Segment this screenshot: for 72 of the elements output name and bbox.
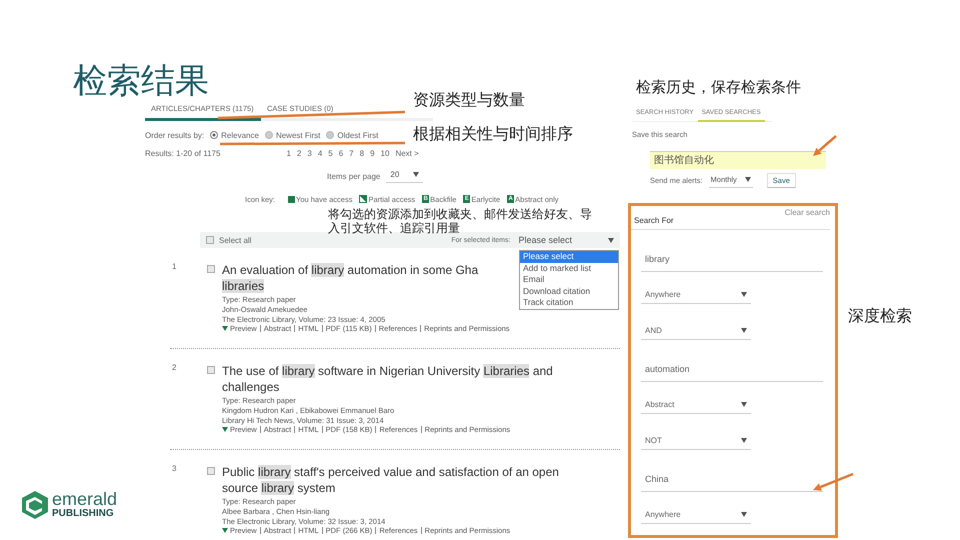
clear-search-link[interactable]: Clear search	[784, 208, 830, 225]
result-title[interactable]: An evaluation of library automation in some Gha libraries	[222, 262, 478, 294]
menu-item[interactable]: Track citation	[520, 297, 618, 308]
page-link[interactable]: 5	[328, 148, 333, 158]
result-number: 1	[171, 262, 178, 273]
logo-tagline: PUBLISHING	[52, 508, 115, 519]
radio-label[interactable]: Relevance	[221, 130, 259, 140]
caret-icon	[222, 326, 228, 331]
annotation-text: 根据相关性与时间排序	[413, 124, 573, 145]
annotation-text: 资源类型与数量	[413, 90, 525, 111]
result-title[interactable]: The use of library software in Nigerian University Libraries and challenges	[222, 363, 553, 395]
per-page-select[interactable]: 20	[386, 169, 424, 183]
annotation-text: 将勾选的资源添加到收藏夹、邮件发送给好友、导入引文软件、追踪引用量	[328, 207, 593, 235]
checkbox[interactable]	[207, 467, 215, 475]
checkbox[interactable]	[206, 236, 214, 244]
field-select[interactable]: Anywhere	[641, 510, 751, 524]
checkbox[interactable]	[207, 265, 215, 273]
page-link[interactable]: 3	[307, 148, 312, 158]
search-input[interactable]: library	[641, 254, 823, 272]
page-link[interactable]: 9	[370, 148, 375, 158]
result-number: 3	[171, 464, 178, 475]
radio-button[interactable]	[210, 131, 218, 139]
per-page-label: Items per page	[327, 172, 380, 180]
caret-icon	[608, 238, 614, 242]
page-link[interactable]: 1	[286, 148, 291, 158]
logo-name: emerald	[52, 490, 118, 508]
action-select[interactable]: Please select	[518, 235, 614, 245]
results-count: Results: 1-20 of 1175	[145, 148, 220, 158]
caret-icon	[744, 177, 751, 182]
annotation-arrow	[813, 472, 854, 491]
radio-label[interactable]: Oldest First	[337, 130, 378, 140]
menu-item[interactable]: Please select	[520, 251, 618, 262]
caret-icon	[222, 528, 228, 533]
access-icon	[288, 196, 296, 202]
next-link[interactable]: Next >	[395, 148, 419, 158]
search-for-heading: Search For	[634, 216, 674, 225]
caret-icon	[741, 292, 747, 297]
page-link[interactable]: 2	[296, 148, 302, 158]
annotation-arrow	[813, 135, 837, 156]
field-select[interactable]: AND	[641, 326, 751, 340]
field-select[interactable]: Anywhere	[641, 290, 751, 304]
caret-icon	[413, 172, 420, 177]
search-name-field[interactable]: 图书馆自动化	[650, 151, 826, 169]
checkbox[interactable]	[207, 366, 215, 374]
field-select[interactable]: NOT	[641, 436, 751, 450]
caret-icon	[741, 328, 747, 333]
order-label: Order results by:	[145, 130, 204, 140]
result-number: 2	[171, 363, 178, 374]
radio-button[interactable]	[326, 131, 334, 139]
select-all-label[interactable]: Select all	[219, 236, 252, 244]
page-link[interactable]: 8	[360, 148, 364, 158]
caret-icon	[741, 402, 747, 407]
logo-icon	[22, 490, 48, 518]
partial-access-icon	[359, 195, 368, 203]
result-title[interactable]: Public library staff's perceived value and satisfaction of an open source library system	[222, 464, 559, 496]
radio-button[interactable]	[264, 131, 273, 139]
caret-icon	[741, 512, 747, 517]
caret-icon	[741, 438, 747, 443]
annotation-text: 深度检索	[848, 306, 912, 327]
menu-item[interactable]: Add to marked list	[520, 262, 618, 274]
page-link[interactable]: 7	[349, 148, 354, 158]
slide-title: 检索结果	[73, 60, 209, 103]
caret-icon	[222, 427, 228, 432]
page-link[interactable]: 6	[338, 148, 344, 158]
menu-item[interactable]: Email	[520, 274, 618, 286]
menu-item[interactable]: Download citation	[520, 286, 618, 297]
search-input[interactable]: automation	[641, 364, 823, 382]
field-select[interactable]: Abstract	[641, 400, 751, 414]
radio-label[interactable]: Newest First	[276, 130, 320, 140]
page-link[interactable]: 4	[318, 148, 322, 158]
page-link[interactable]: 10	[380, 148, 390, 158]
annotation-text: 检索历史，保存检索条件	[636, 78, 801, 97]
